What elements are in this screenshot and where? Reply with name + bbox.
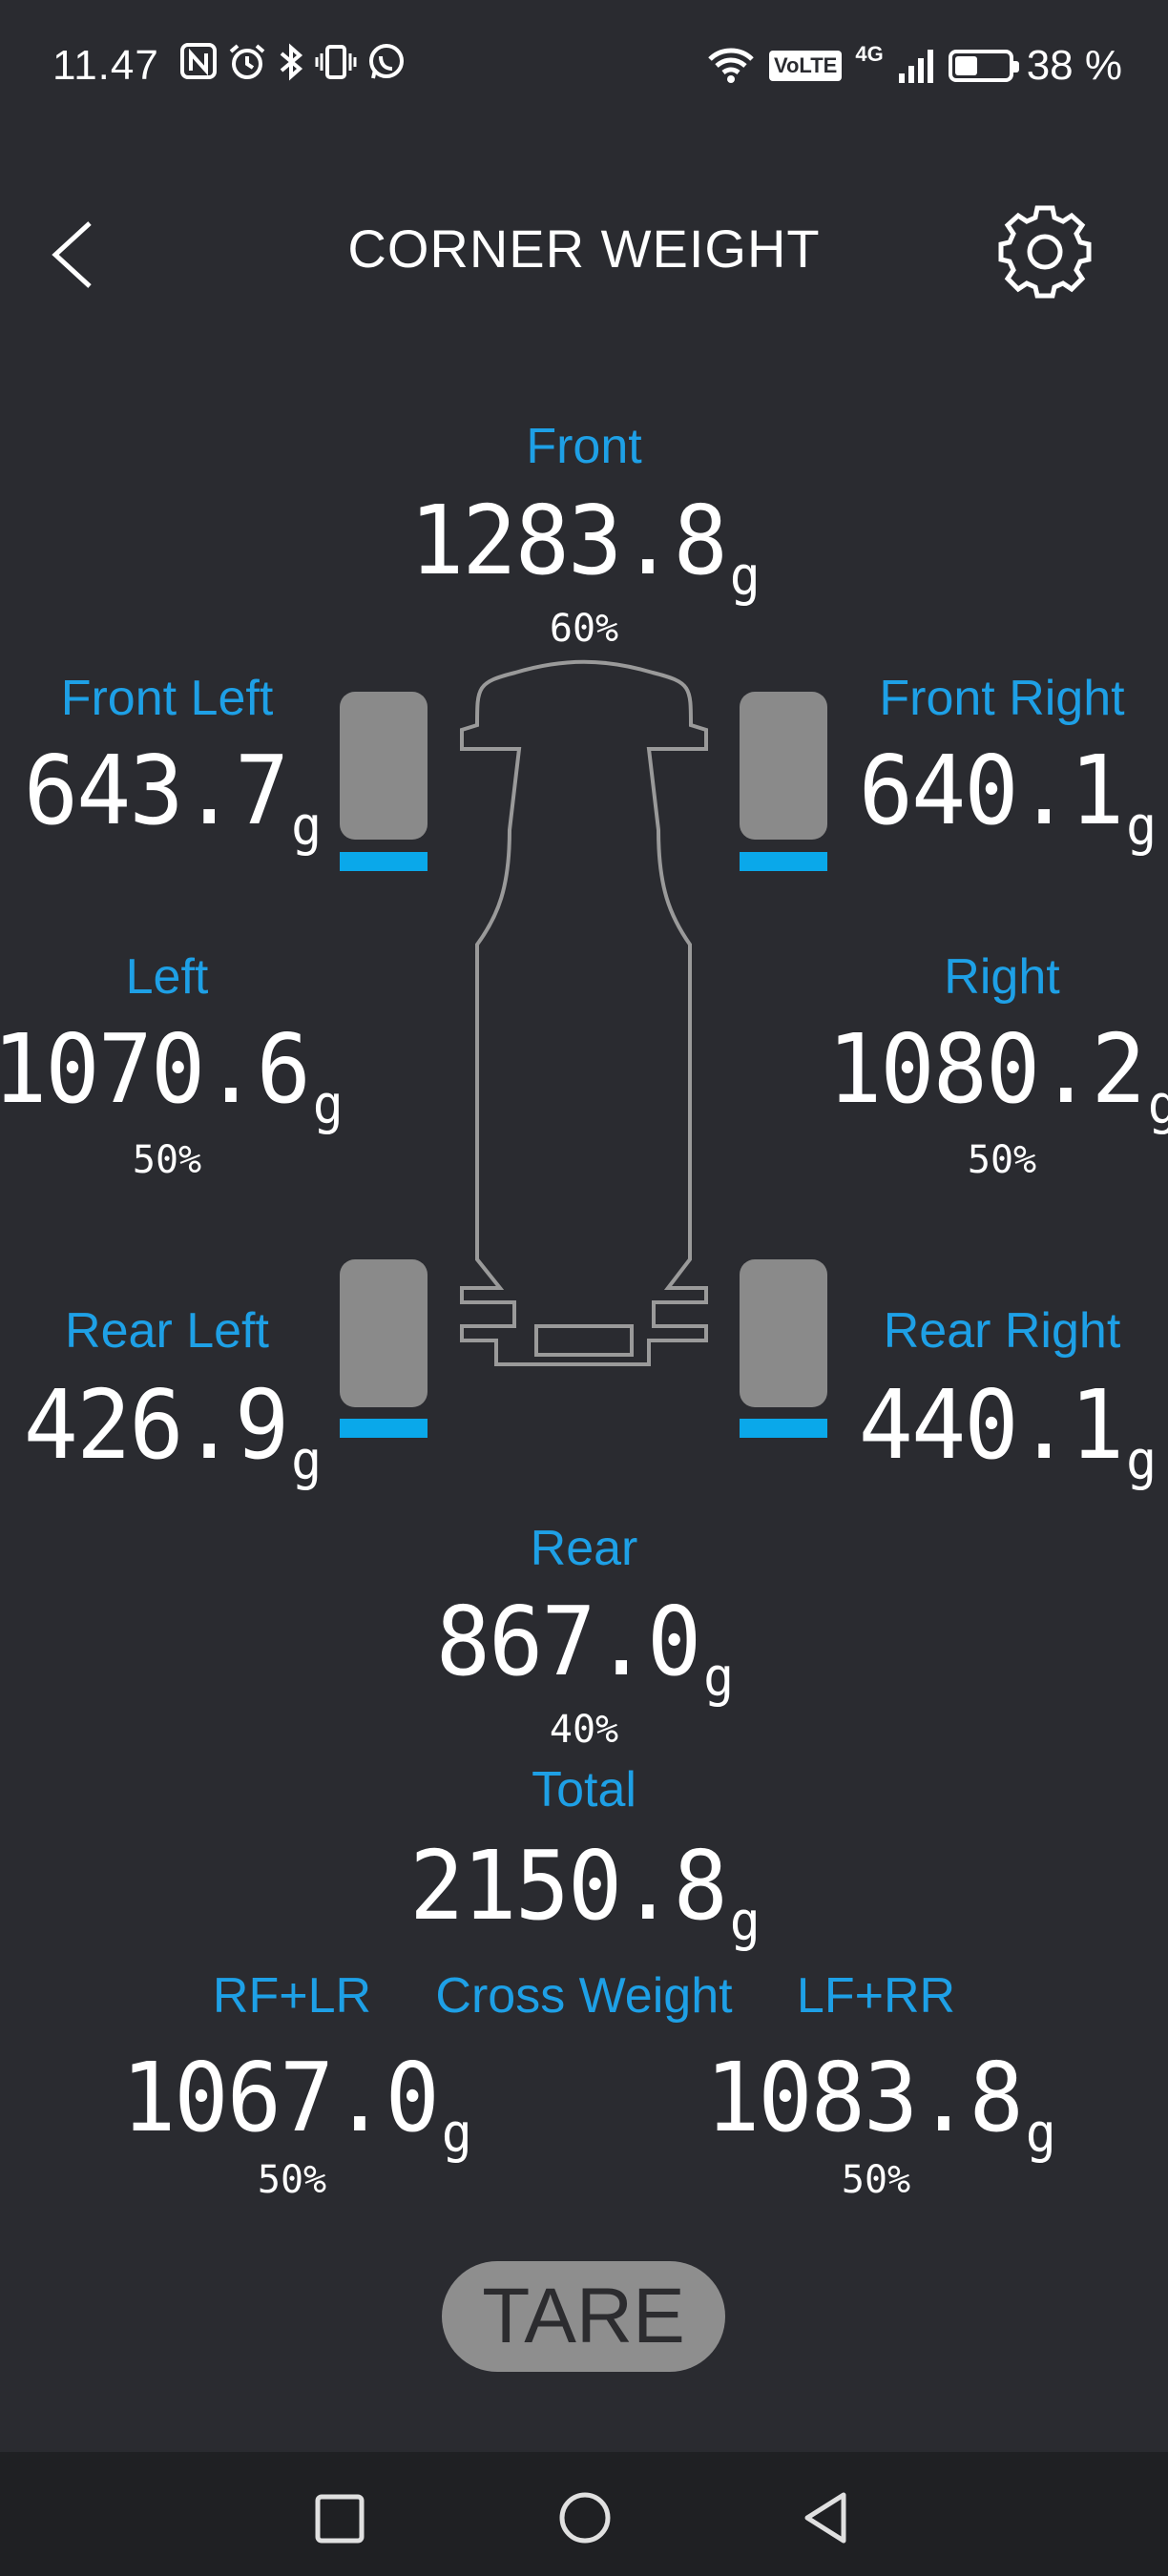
rear-right-label: Rear Right [883, 1303, 1121, 1359]
status-icons [179, 42, 407, 82]
system-nav-bar [0, 2452, 1168, 2576]
recents-icon[interactable] [313, 2492, 366, 2545]
front-value: 1283.8g [409, 485, 761, 608]
volte-badge: VoLTE [768, 51, 843, 81]
bluetooth-icon [280, 43, 303, 81]
settings-button[interactable] [989, 196, 1101, 308]
front-right-value: 640.1g [858, 735, 1157, 858]
lf-rr-value: 1083.8g [705, 2042, 1056, 2165]
battery-percent: 38 % [1026, 42, 1122, 89]
vibrate-icon [315, 45, 357, 79]
total-label: Total [532, 1762, 636, 1818]
wifi-icon [708, 48, 754, 83]
status-right: VoLTE 4G 38 % [706, 42, 1122, 90]
right-value: 1080.2g [827, 1013, 1168, 1136]
left-value: 1070.6g [0, 1013, 344, 1136]
battery-icon [948, 50, 1019, 82]
right-label: Right [944, 949, 1060, 1005]
front-left-value: 643.7g [23, 735, 322, 858]
gear-icon [998, 205, 1092, 299]
rf-lr-percent: 50% [257, 2158, 327, 2202]
lf-rr-percent: 50% [841, 2158, 911, 2202]
rf-lr-value: 1067.0g [121, 2042, 472, 2165]
rear-percent: 40% [549, 1708, 619, 1752]
left-label: Left [125, 949, 209, 1005]
rear-right-value: 440.1g [858, 1369, 1157, 1492]
front-right-label: Front Right [879, 671, 1125, 726]
alarm-icon [229, 44, 265, 79]
lf-rr-label: LF+RR [796, 1968, 956, 2024]
rear-value: 867.0g [435, 1586, 734, 1709]
car-chassis-diagram [460, 659, 708, 1366]
back-nav-icon[interactable] [800, 2490, 855, 2545]
nfc-icon [180, 43, 217, 79]
left-percent: 50% [132, 1138, 202, 1182]
front-label: Front [526, 419, 642, 474]
whatsapp-icon [369, 44, 404, 79]
total-value: 2150.8g [409, 1830, 761, 1953]
front-percent: 60% [549, 607, 619, 651]
rear-label: Rear [530, 1521, 638, 1576]
status-time: 11.47 [52, 42, 159, 89]
front-left-label: Front Left [60, 671, 274, 726]
rear-left-label: Rear Left [65, 1303, 269, 1359]
tare-button[interactable]: TARE [442, 2261, 725, 2372]
network-type: 4G [855, 42, 884, 66]
rear-left-value: 426.9g [23, 1369, 322, 1492]
home-icon[interactable] [557, 2490, 613, 2545]
signal-icon [898, 50, 933, 83]
right-percent: 50% [967, 1138, 1037, 1182]
